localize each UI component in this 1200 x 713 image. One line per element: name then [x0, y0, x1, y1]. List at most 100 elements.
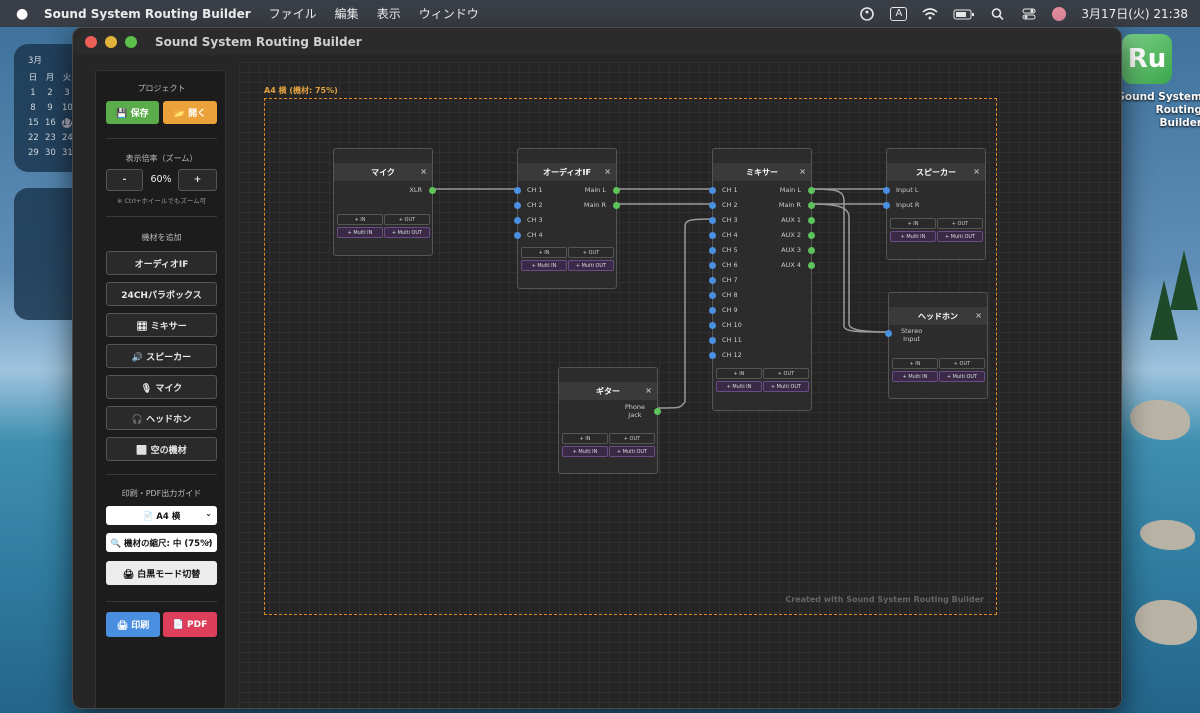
add-multi-input-button[interactable]: + Multi IN — [337, 227, 383, 238]
input-pin[interactable] — [709, 247, 716, 254]
add-patchbox-button[interactable]: 24CHパラボックス — [106, 282, 217, 306]
accessibility-icon[interactable] — [859, 6, 875, 21]
print-button[interactable]: 🖨 印刷 — [106, 612, 160, 637]
app-icon-label[interactable]: Sound System Routing Builder — [1112, 91, 1200, 130]
add-multi-input-button[interactable]: + Multi IN — [716, 381, 762, 392]
input-pin[interactable] — [709, 352, 716, 359]
input-pin[interactable] — [709, 292, 716, 299]
output-pin[interactable] — [613, 202, 620, 209]
input-pin[interactable] — [709, 217, 716, 224]
add-audio-if-button[interactable]: オーディオIF — [106, 251, 217, 275]
close-icon[interactable]: × — [799, 163, 806, 181]
add-multi-input-button[interactable]: + Multi IN — [562, 446, 608, 457]
output-pin[interactable] — [654, 408, 661, 415]
add-input-button[interactable]: + IN — [562, 433, 608, 444]
device-audio-if[interactable]: オーディオIF × CH 1 CH 2 CH 3 CH 4 Main L Main… — [514, 148, 620, 289]
device-scale-select[interactable]: 🔍 機材の縮尺: 中 (75%) ⌄ — [106, 533, 217, 552]
add-multi-output-button[interactable]: + Multi OUT — [763, 381, 809, 392]
input-pin[interactable] — [709, 307, 716, 314]
battery-icon[interactable] — [953, 7, 975, 21]
add-input-button[interactable]: + IN — [716, 368, 762, 379]
device-speaker[interactable]: スピーカー × Input L Input R + IN + OUT + Mult… — [883, 148, 986, 260]
close-icon[interactable]: × — [645, 382, 652, 400]
add-multi-output-button[interactable]: + Multi OUT — [609, 446, 655, 457]
open-button[interactable]: 📂 開く — [163, 101, 217, 124]
add-output-button[interactable]: + OUT — [937, 218, 983, 229]
routing-canvas[interactable]: A4 横 (機材: 75%) Created with Sound System… — [239, 62, 1121, 708]
device-guitar[interactable]: ギター × Phone Jack + IN + OUT + Multi IN + … — [558, 367, 661, 474]
device-header[interactable]: オーディオIF × — [518, 163, 616, 181]
save-button[interactable]: 💾 保存 — [106, 101, 159, 124]
add-multi-output-button[interactable]: + Multi OUT — [568, 260, 614, 271]
input-pin[interactable] — [709, 202, 716, 209]
zoom-out-button[interactable]: - — [106, 169, 143, 191]
input-pin[interactable] — [514, 217, 521, 224]
device-header[interactable]: ギター × — [559, 382, 657, 400]
wifi-icon[interactable] — [922, 7, 938, 21]
add-output-button[interactable]: + OUT — [568, 247, 614, 258]
device-header[interactable]: マイク × — [334, 163, 432, 181]
output-pin[interactable] — [808, 202, 815, 209]
add-output-button[interactable]: + OUT — [609, 433, 655, 444]
input-pin[interactable] — [883, 187, 890, 194]
add-input-button[interactable]: + IN — [892, 358, 938, 369]
add-input-button[interactable]: + IN — [521, 247, 567, 258]
pdf-button[interactable]: 📄 PDF — [163, 612, 217, 637]
input-pin[interactable] — [885, 330, 892, 337]
close-window-button[interactable] — [85, 35, 97, 48]
input-pin[interactable] — [514, 202, 521, 209]
output-pin[interactable] — [808, 247, 815, 254]
zoom-in-button[interactable]: + — [178, 169, 217, 191]
input-pin[interactable] — [514, 232, 521, 239]
add-mixer-button[interactable]: 🎛 ミキサー — [106, 313, 217, 337]
input-pin[interactable] — [709, 232, 716, 239]
bw-mode-toggle-button[interactable]: 🖨 白黒モード切替 — [106, 561, 217, 585]
add-multi-output-button[interactable]: + Multi OUT — [384, 227, 430, 238]
add-mic-button[interactable]: 🎙 マイク — [106, 375, 217, 399]
output-pin[interactable] — [429, 187, 436, 194]
menu-file[interactable]: ファイル — [269, 5, 317, 22]
menu-edit[interactable]: 編集 — [335, 5, 359, 22]
control-center-icon[interactable] — [1021, 7, 1037, 21]
output-pin[interactable] — [808, 232, 815, 239]
paper-size-select[interactable]: 📄 A4 横 ⌄ — [106, 506, 217, 525]
zoom-window-button[interactable] — [125, 35, 137, 48]
input-pin[interactable] — [709, 262, 716, 269]
output-pin[interactable] — [808, 262, 815, 269]
minimize-window-button[interactable] — [105, 35, 117, 48]
add-input-button[interactable]: + IN — [890, 218, 936, 229]
add-empty-device-button[interactable]: ⬜ 空の機材 — [106, 437, 217, 461]
add-multi-input-button[interactable]: + Multi IN — [521, 260, 567, 271]
add-multi-output-button[interactable]: + Multi OUT — [939, 371, 985, 382]
user-avatar[interactable] — [1052, 6, 1067, 21]
input-pin[interactable] — [709, 322, 716, 329]
input-mode-indicator[interactable]: A — [890, 6, 908, 21]
output-pin[interactable] — [808, 187, 815, 194]
input-pin[interactable] — [709, 187, 716, 194]
close-icon[interactable]: × — [975, 307, 982, 325]
add-output-button[interactable]: + OUT — [384, 214, 430, 225]
output-pin[interactable] — [613, 187, 620, 194]
search-icon[interactable] — [990, 7, 1006, 21]
add-headphone-button[interactable]: 🎧 ヘッドホン — [106, 406, 217, 430]
add-input-button[interactable]: + IN — [337, 214, 383, 225]
device-header[interactable]: ヘッドホン × — [889, 307, 987, 325]
wire-mixer-mainr-to-headphone[interactable] — [810, 203, 889, 333]
device-mixer[interactable]: ミキサー × CH 1 CH 2 CH 3 CH 4 CH 5 CH 6 CH 7… — [709, 148, 815, 411]
close-icon[interactable]: × — [973, 163, 980, 181]
app-icon[interactable]: Ru — [1122, 34, 1172, 84]
device-header[interactable]: ミキサー × — [713, 163, 811, 181]
input-pin[interactable] — [514, 187, 521, 194]
close-icon[interactable]: × — [420, 163, 427, 181]
device-header[interactable]: スピーカー × — [887, 163, 985, 181]
add-multi-input-button[interactable]: + Multi IN — [892, 371, 938, 382]
input-pin[interactable] — [883, 202, 890, 209]
device-mic[interactable]: マイク × XLR + IN + OUT + Multi IN + Multi O… — [333, 148, 436, 256]
device-headphone[interactable]: ヘッドホン × Stereo Input + IN + OUT + Multi I… — [885, 292, 988, 399]
add-multi-input-button[interactable]: + Multi IN — [890, 231, 936, 242]
menu-app-name[interactable]: Sound System Routing Builder — [44, 7, 251, 21]
close-icon[interactable]: × — [604, 163, 611, 181]
apple-icon[interactable]: ● — [16, 6, 30, 22]
menu-view[interactable]: 表示 — [377, 5, 401, 22]
wire-guitar-to-mixer-ch3[interactable] — [656, 218, 714, 409]
